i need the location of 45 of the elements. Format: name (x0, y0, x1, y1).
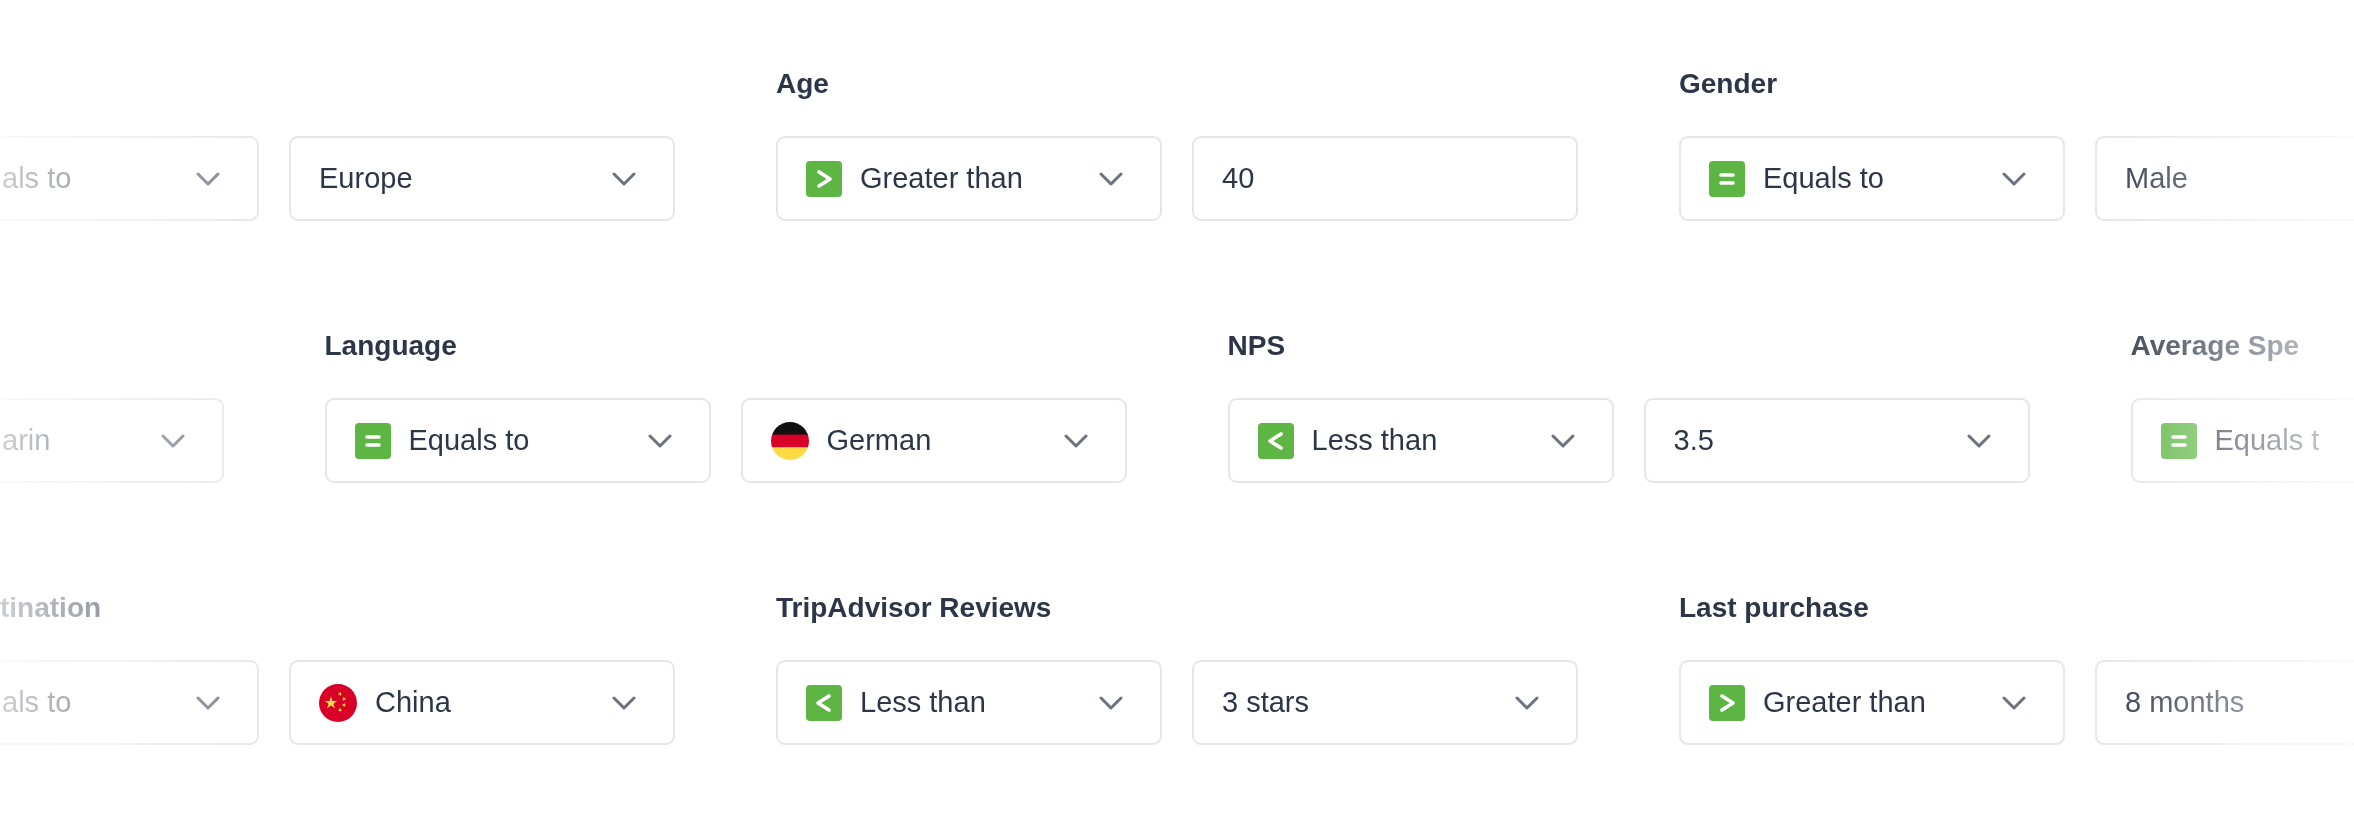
chevron-down-icon (196, 171, 220, 186)
less-than-icon (806, 684, 842, 721)
filter-label: Last purchase (1679, 591, 1869, 625)
value-dropdown[interactable]: 3 stars (1192, 660, 1578, 745)
equals-icon (1709, 160, 1745, 197)
chevron-down-icon (612, 171, 636, 186)
chevron-down-icon (196, 695, 220, 710)
filter-label: tination (0, 591, 102, 625)
less-than-icon (1257, 422, 1294, 459)
chevron-down-icon (1515, 695, 1539, 710)
value-input[interactable]: 40 (1192, 136, 1578, 221)
operator-dropdown[interactable]: Equals to (1679, 136, 2065, 221)
chevron-down-icon (1550, 433, 1575, 448)
filter-label: NPS (1227, 329, 1286, 363)
value-dropdown[interactable]: Europe (289, 136, 675, 221)
operator-dropdown[interactable]: Less than (776, 660, 1162, 745)
chevron-down-icon (160, 433, 185, 448)
chevron-down-icon (2002, 171, 2026, 186)
operator-dropdown[interactable]: Equals to (324, 398, 711, 483)
chevron-down-icon (1966, 433, 1991, 448)
chevron-down-icon (2002, 695, 2026, 710)
operator-dropdown[interactable]: Greater than (776, 136, 1162, 221)
value-dropdown[interactable]: China (289, 660, 675, 745)
greater-than-icon (1709, 684, 1745, 721)
greater-than-icon (806, 160, 842, 197)
german-flag-icon (770, 421, 809, 460)
value-dropdown[interactable]: German (740, 398, 1127, 483)
operator-dropdown[interactable]: Greater than (1679, 660, 2065, 745)
chevron-down-icon (1099, 695, 1123, 710)
value-input[interactable]: Male (2095, 136, 2354, 221)
filter-label: Age (776, 67, 829, 101)
value-input[interactable]: 8 months (2095, 660, 2354, 745)
operator-dropdown[interactable]: Less than (1227, 398, 1614, 483)
chevron-down-icon (612, 695, 636, 710)
equals-icon (354, 422, 391, 459)
filter-label: Gender (1679, 67, 1778, 101)
chinese-flag-icon (319, 683, 357, 722)
chevron-down-icon (647, 433, 672, 448)
chevron-down-icon (1063, 433, 1088, 448)
filter-label: Average Spe (2130, 329, 2300, 363)
filter-label: Language (324, 329, 457, 363)
value-dropdown[interactable]: 3.5 (1643, 398, 2030, 483)
equals-icon (2160, 422, 2197, 459)
filter-label: TripAdvisor Reviews (776, 591, 1052, 625)
chevron-down-icon (1099, 171, 1123, 186)
